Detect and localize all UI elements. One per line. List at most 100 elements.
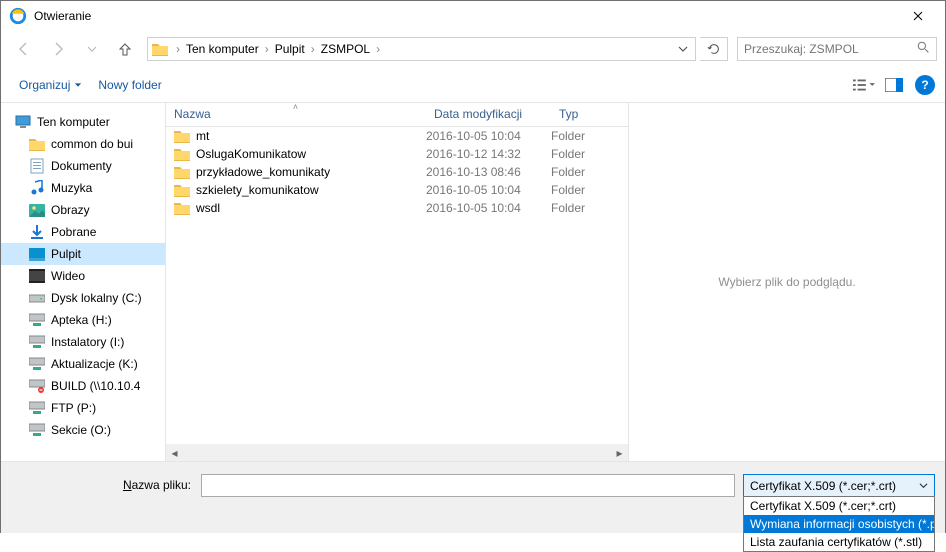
tree-item[interactable]: Apteka (H:) bbox=[1, 309, 165, 331]
tree-item[interactable]: Muzyka bbox=[1, 177, 165, 199]
tree-root[interactable]: Ten komputer bbox=[1, 111, 165, 133]
list-row[interactable]: przykładowe_komunikaty 2016-10-13 08:46Fo… bbox=[166, 163, 628, 181]
folder-icon bbox=[174, 147, 190, 161]
list-row[interactable]: szkielety_komunikatow2016-10-05 10:04Fol… bbox=[166, 181, 628, 199]
list-row[interactable]: OslugaKomunikatow2016-10-12 14:32Folder bbox=[166, 145, 628, 163]
column-date[interactable]: Data modyfikacji bbox=[426, 103, 551, 126]
back-button[interactable] bbox=[9, 34, 39, 64]
chevron-down-icon bbox=[919, 481, 928, 490]
close-button[interactable] bbox=[895, 2, 940, 30]
command-bar: Organizuj Nowy folder ? bbox=[1, 67, 945, 103]
tree-item[interactable]: Sekcie (O:) bbox=[1, 419, 165, 441]
netdrive-icon bbox=[29, 334, 45, 350]
filetype-option[interactable]: Wymiana informacji osobistych (*.pfx; bbox=[744, 515, 934, 533]
tree-item-label: FTP (P:) bbox=[51, 401, 96, 415]
breadcrumb-sep[interactable]: › bbox=[372, 42, 384, 56]
tree-item[interactable]: Instalatory (I:) bbox=[1, 331, 165, 353]
breadcrumb-sep[interactable]: › bbox=[307, 42, 319, 56]
filetype-filter[interactable]: Certyfikat X.509 (*.cer;*.crt) bbox=[743, 474, 935, 497]
breadcrumb-sep[interactable]: › bbox=[172, 42, 184, 56]
title-bar: Otwieranie bbox=[1, 1, 945, 31]
filename-input[interactable] bbox=[201, 474, 735, 497]
tree-item[interactable]: BUILD (\\10.10.4 bbox=[1, 375, 165, 397]
recent-dropdown[interactable] bbox=[77, 34, 107, 64]
breadcrumb-sep[interactable]: › bbox=[261, 42, 273, 56]
new-folder-label: Nowy folder bbox=[98, 78, 161, 92]
scroll-left[interactable]: ◂ bbox=[166, 444, 183, 461]
view-options-button[interactable] bbox=[849, 72, 879, 98]
horizontal-scrollbar[interactable]: ◂ ▸ bbox=[166, 444, 628, 461]
sort-asc-icon: ˄ bbox=[293, 102, 298, 112]
forward-button[interactable] bbox=[43, 34, 73, 64]
address-dropdown[interactable] bbox=[671, 37, 695, 61]
column-type[interactable]: Typ bbox=[551, 103, 611, 126]
tree-item[interactable]: Pulpit bbox=[1, 243, 165, 265]
refresh-button[interactable] bbox=[700, 37, 728, 61]
list-row[interactable]: wsdl2016-10-05 10:04Folder bbox=[166, 199, 628, 217]
tree-item-label: Obrazy bbox=[51, 203, 90, 217]
filetype-option[interactable]: Lista zaufania certyfikatów (*.stl) bbox=[744, 533, 934, 551]
breadcrumb-p1[interactable]: Pulpit bbox=[273, 42, 307, 56]
tree-item[interactable]: Dokumenty bbox=[1, 155, 165, 177]
tree-item[interactable]: Aktualizacje (K:) bbox=[1, 353, 165, 375]
scroll-right[interactable]: ▸ bbox=[611, 444, 628, 461]
help-button[interactable]: ? bbox=[915, 75, 935, 95]
docs-icon bbox=[29, 158, 45, 174]
main-area: Ten komputer common do bui Dokumenty Muzyk… bbox=[1, 103, 945, 461]
preview-empty-text: Wybierz plik do podglądu. bbox=[718, 275, 855, 289]
tree-item[interactable]: Obrazy bbox=[1, 199, 165, 221]
tree-item-label: common do bui bbox=[51, 137, 133, 151]
column-name[interactable]: ˄Nazwa bbox=[166, 103, 426, 126]
folder-icon bbox=[148, 37, 172, 61]
filetype-option[interactable]: Certyfikat X.509 (*.cer;*.crt) bbox=[744, 497, 934, 515]
row-type: Folder bbox=[551, 165, 611, 179]
list-header: ˄Nazwa Data modyfikacji Typ bbox=[166, 103, 628, 127]
new-folder-button[interactable]: Nowy folder bbox=[90, 73, 169, 97]
breadcrumb-p2[interactable]: ZSMPOL bbox=[319, 42, 372, 56]
filetype-dropdown[interactable]: Certyfikat X.509 (*.cer;*.crt)Wymiana in… bbox=[743, 496, 935, 552]
row-type: Folder bbox=[551, 201, 611, 215]
tree-item-label: Muzyka bbox=[51, 181, 92, 195]
list-row[interactable]: mt2016-10-05 10:04Folder bbox=[166, 127, 628, 145]
row-name: przykładowe_komunikaty bbox=[196, 165, 330, 179]
row-name: OslugaKomunikatow bbox=[196, 147, 306, 161]
preview-pane-button[interactable] bbox=[879, 72, 909, 98]
computer-icon bbox=[15, 114, 31, 130]
organize-button[interactable]: Organizuj bbox=[11, 73, 90, 97]
folder-icon bbox=[174, 183, 190, 197]
netdrive-icon bbox=[29, 400, 45, 416]
address-bar[interactable]: › Ten komputer › Pulpit › ZSMPOL › bbox=[147, 37, 696, 61]
window-title: Otwieranie bbox=[34, 9, 895, 23]
tree-item-label: Instalatory (I:) bbox=[51, 335, 124, 349]
drive-icon bbox=[29, 290, 45, 306]
tree-item-label: Aktualizacje (K:) bbox=[51, 357, 138, 371]
list-body[interactable]: mt2016-10-05 10:04Folder OslugaKomunikato… bbox=[166, 127, 628, 444]
tree-item[interactable]: Dysk lokalny (C:) bbox=[1, 287, 165, 309]
tree-item[interactable]: Wideo bbox=[1, 265, 165, 287]
search-box[interactable] bbox=[737, 37, 937, 61]
netdrive-icon bbox=[29, 312, 45, 328]
folder-icon bbox=[174, 201, 190, 215]
downloads-icon bbox=[29, 224, 45, 240]
row-type: Folder bbox=[551, 129, 611, 143]
preview-pane: Wybierz plik do podglądu. bbox=[628, 103, 945, 461]
breadcrumb-root[interactable]: Ten komputer bbox=[184, 42, 261, 56]
row-date: 2016-10-05 10:04 bbox=[426, 183, 551, 197]
tree-root-label: Ten komputer bbox=[37, 115, 110, 129]
tree-pane[interactable]: Ten komputer common do bui Dokumenty Muzyk… bbox=[1, 103, 166, 461]
tree-item[interactable]: common do bui bbox=[1, 133, 165, 155]
tree-item-label: Pobrane bbox=[51, 225, 96, 239]
row-date: 2016-10-13 08:46 bbox=[426, 165, 551, 179]
search-icon bbox=[917, 41, 930, 57]
netdrive-err-icon bbox=[29, 378, 45, 394]
scroll-track[interactable] bbox=[183, 444, 611, 461]
row-type: Folder bbox=[551, 183, 611, 197]
search-input[interactable] bbox=[744, 42, 917, 56]
row-date: 2016-10-12 14:32 bbox=[426, 147, 551, 161]
tree-item[interactable]: Pobrane bbox=[1, 221, 165, 243]
tree-item-label: Dysk lokalny (C:) bbox=[51, 291, 142, 305]
up-button[interactable] bbox=[111, 35, 139, 63]
tree-item[interactable]: FTP (P:) bbox=[1, 397, 165, 419]
folder-icon bbox=[174, 165, 190, 179]
row-date: 2016-10-05 10:04 bbox=[426, 129, 551, 143]
